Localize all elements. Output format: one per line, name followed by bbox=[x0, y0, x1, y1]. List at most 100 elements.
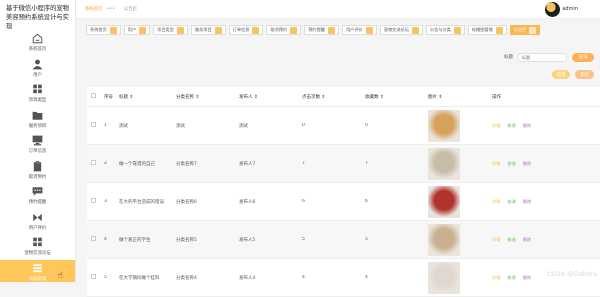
sidebar-item-forum[interactable]: 宠物交流论坛 bbox=[0, 234, 75, 260]
search-input[interactable] bbox=[517, 53, 567, 62]
cell-index: 4 bbox=[104, 237, 119, 242]
header-clicks[interactable]: 点击次数 ⇕ bbox=[302, 94, 365, 100]
table-row: 5在大学期间做个挂科分类名称4发布人444详情修改删除 bbox=[87, 259, 600, 297]
hand-cursor-icon: ☝ bbox=[58, 271, 63, 281]
tab-label: 公告栏 bbox=[514, 27, 527, 33]
sidebar-item-project-type[interactable]: 项目类型 bbox=[0, 81, 75, 107]
sidebar-item-cancel[interactable]: 取消预约 bbox=[0, 158, 75, 184]
row-checkbox[interactable] bbox=[91, 236, 96, 241]
breadcrumb-home[interactable]: 系统首页 bbox=[85, 6, 102, 12]
tab-notice[interactable]: 公告栏 bbox=[510, 25, 541, 35]
sidebar-item-label: 订单信息 bbox=[29, 148, 47, 154]
header-image[interactable]: 图片 ⇕ bbox=[428, 94, 492, 100]
search-button[interactable]: 查询 bbox=[572, 53, 594, 62]
tab-label: 预约提醒 bbox=[308, 27, 325, 33]
detail-link[interactable]: 详情 bbox=[492, 237, 500, 243]
close-icon[interactable] bbox=[529, 27, 536, 34]
close-icon[interactable] bbox=[215, 27, 222, 34]
delete-link[interactable]: 删除 bbox=[523, 237, 531, 243]
close-icon[interactable] bbox=[454, 27, 461, 34]
add-button[interactable]: 新增 bbox=[552, 70, 571, 79]
sidebar-item-label: 服务项目 bbox=[29, 123, 47, 129]
close-icon[interactable] bbox=[139, 27, 146, 34]
close-icon[interactable] bbox=[412, 27, 419, 34]
sidebar-item-service[interactable]: 服务项目 bbox=[0, 107, 75, 133]
close-icon[interactable] bbox=[328, 27, 335, 34]
watermark: CSDN @Deh0rs bbox=[547, 270, 597, 278]
pet-thumbnail[interactable] bbox=[428, 224, 460, 256]
header-publisher[interactable]: 发布人 ⇕ bbox=[239, 94, 302, 100]
sidebar-item-label: 用户评价 bbox=[29, 225, 47, 231]
header-title[interactable]: 标题 ⇕ bbox=[119, 94, 176, 100]
table-row: 3在大的平台造成的错误分类名称6发布人666详情修改删除 bbox=[87, 183, 600, 221]
close-icon[interactable] bbox=[366, 27, 373, 34]
edit-link[interactable]: 修改 bbox=[507, 275, 515, 281]
row-checkbox[interactable] bbox=[91, 122, 96, 127]
cell-image bbox=[428, 224, 492, 256]
tab-service[interactable]: 服务项目 bbox=[191, 25, 226, 35]
tab-orders[interactable]: 订单信息 bbox=[229, 25, 264, 35]
tab-project-type[interactable]: 项目类型 bbox=[153, 25, 188, 35]
tab-label: 公告与分类 bbox=[430, 27, 451, 33]
delete-button-label: 删除 bbox=[580, 72, 589, 78]
sidebar-item-system-management[interactable]: 系统管理 ☝ bbox=[0, 260, 75, 283]
select-all-checkbox[interactable] bbox=[91, 93, 96, 98]
cell-index: 3 bbox=[104, 199, 119, 204]
cell-index: 1 bbox=[104, 123, 119, 128]
header-category[interactable]: 分类名称 ⇕ bbox=[176, 94, 239, 100]
row-select-cell bbox=[87, 122, 104, 129]
detail-link[interactable]: 详情 bbox=[492, 199, 500, 205]
tab-notice-category[interactable]: 公告与分类 bbox=[426, 25, 465, 35]
cell-publisher: 发布人6 bbox=[239, 199, 302, 205]
cell-favorites: 6 bbox=[365, 199, 428, 204]
pet-thumbnail[interactable] bbox=[428, 110, 460, 142]
tab-reviews[interactable]: 用户评价 bbox=[342, 25, 377, 35]
tab-reminder[interactable]: 预约提醒 bbox=[304, 25, 339, 35]
chat-icon bbox=[31, 186, 44, 197]
row-checkbox[interactable] bbox=[91, 160, 96, 165]
tab-cancel[interactable]: 取消预约 bbox=[266, 25, 301, 35]
detail-link[interactable]: 详情 bbox=[492, 123, 500, 129]
close-icon[interactable] bbox=[252, 27, 259, 34]
edit-link[interactable]: 修改 bbox=[507, 123, 515, 129]
header-favorites[interactable]: 收藏数 ⇕ bbox=[365, 94, 428, 100]
delete-link[interactable]: 删除 bbox=[523, 123, 531, 129]
detail-link[interactable]: 详情 bbox=[492, 161, 500, 167]
pet-thumbnail[interactable] bbox=[428, 186, 460, 218]
close-icon[interactable] bbox=[177, 27, 184, 34]
sidebar-item-orders[interactable]: 订单信息 bbox=[0, 132, 75, 158]
tab-label: 订单信息 bbox=[233, 27, 250, 33]
delete-link[interactable]: 删除 bbox=[523, 199, 531, 205]
username[interactable]: admin bbox=[562, 6, 578, 12]
select-all-cell bbox=[87, 93, 104, 100]
close-icon[interactable] bbox=[290, 27, 297, 34]
pet-thumbnail[interactable] bbox=[428, 262, 460, 294]
sidebar-item-users[interactable]: 用户 bbox=[0, 56, 75, 82]
sidebar-item-label: 宠物交流论坛 bbox=[24, 250, 50, 256]
close-icon[interactable] bbox=[496, 27, 503, 34]
tab-carousel[interactable]: 轮播图管理 bbox=[468, 25, 507, 35]
tab-home[interactable]: 系统首页 bbox=[86, 25, 121, 35]
pet-thumbnail[interactable] bbox=[428, 148, 460, 180]
grid-icon bbox=[31, 84, 44, 95]
detail-link[interactable]: 详情 bbox=[492, 275, 500, 281]
list-icon bbox=[31, 263, 44, 274]
tab-label: 项目类型 bbox=[157, 27, 174, 33]
sidebar-item-reviews[interactable]: 用户评价 bbox=[0, 209, 75, 235]
cell-publisher: 测试 bbox=[239, 123, 302, 129]
row-checkbox[interactable] bbox=[91, 274, 96, 279]
delete-link[interactable]: 删除 bbox=[523, 161, 531, 167]
search-label: 标题 bbox=[504, 54, 513, 60]
tab-users[interactable]: 用户 bbox=[124, 25, 150, 35]
delete-selected-button[interactable]: 删除 bbox=[575, 70, 594, 79]
sidebar-item-reminder[interactable]: 预约提醒 bbox=[0, 183, 75, 209]
tab-forum[interactable]: 宠物交流论坛 bbox=[380, 25, 423, 35]
row-checkbox[interactable] bbox=[91, 198, 96, 203]
edit-link[interactable]: 修改 bbox=[507, 161, 515, 167]
sidebar-item-home[interactable]: 系统首页 bbox=[0, 30, 75, 56]
edit-link[interactable]: 修改 bbox=[507, 237, 515, 243]
avatar[interactable] bbox=[545, 2, 560, 17]
edit-link[interactable]: 修改 bbox=[507, 199, 515, 205]
delete-link[interactable]: 删除 bbox=[523, 275, 531, 281]
close-icon[interactable] bbox=[110, 27, 117, 34]
